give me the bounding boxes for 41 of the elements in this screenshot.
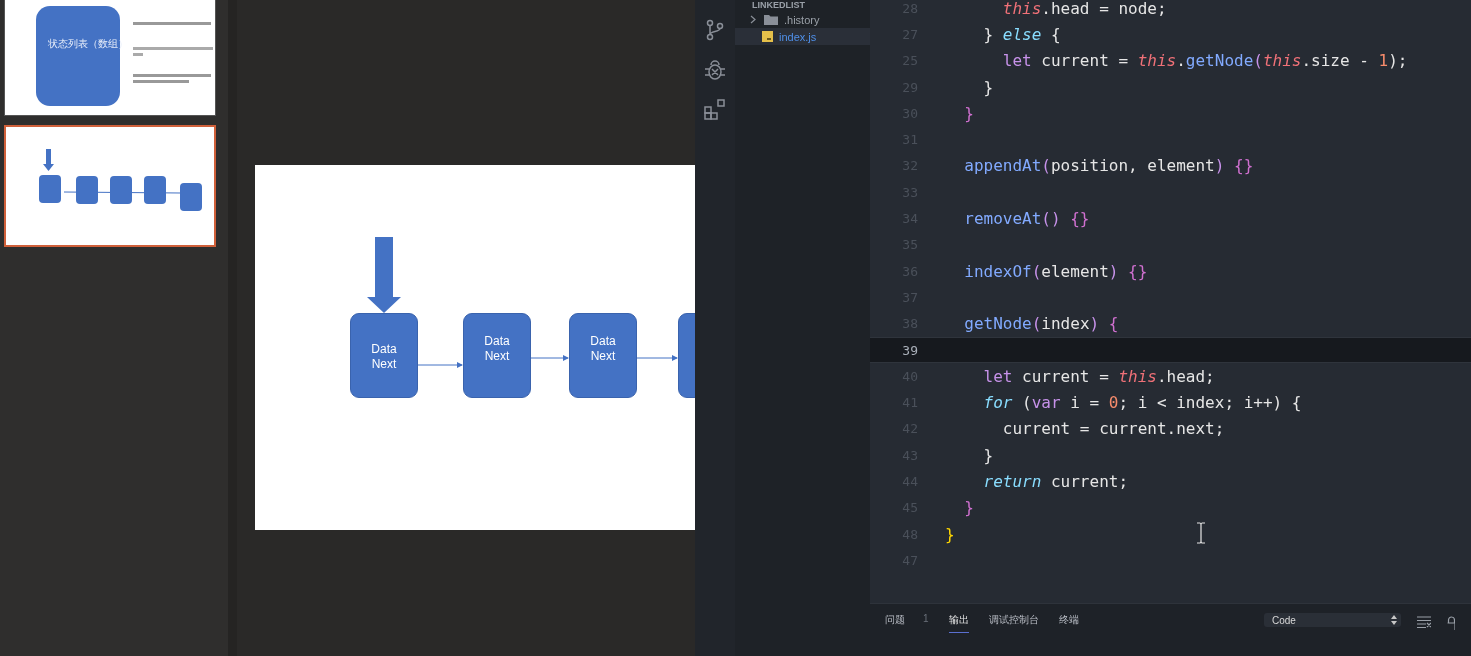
folder-title[interactable]: LINKEDLIST — [752, 0, 870, 11]
code-line: let current = this.getNode(this.size - 1); — [1001, 51, 1408, 71]
line-number: 39 — [901, 342, 918, 358]
extensions-icon[interactable] — [704, 99, 726, 121]
code-line: } — [963, 103, 974, 123]
list-node: Data Next — [569, 313, 637, 398]
code-line: } — [963, 498, 974, 518]
code-line: appendAt(position, element) {} — [963, 156, 1254, 176]
file-tree-item[interactable]: index.js — [735, 28, 870, 45]
list-node: Data Next — [350, 313, 418, 398]
folder-icon — [764, 14, 778, 25]
lock-icon[interactable] — [1447, 616, 1455, 630]
code-line: removeAt() {} — [963, 209, 1090, 228]
slide-title: 状态列表（数组） — [48, 37, 128, 51]
code-line: current = current.next; — [1001, 419, 1225, 439]
code-line: for (var i = 0; i < index; i++) { — [982, 393, 1302, 413]
code-line: indexOf(element) {} — [963, 261, 1148, 281]
panel-tab[interactable]: 问题 1 — [885, 612, 929, 633]
code-line: return current; — [982, 472, 1129, 491]
panel-tab[interactable]: 终端 — [1058, 612, 1079, 633]
panel-tab[interactable]: 输出 — [948, 612, 969, 633]
code-line: } — [982, 445, 994, 465]
down-arrow-icon — [367, 237, 403, 314]
list-node: Data Next — [463, 313, 531, 398]
branch-icon[interactable] — [705, 19, 725, 41]
clear-list-icon[interactable] — [1417, 616, 1431, 628]
bug-icon[interactable] — [704, 59, 726, 81]
panel-tab[interactable]: 调试控制台 — [988, 612, 1039, 633]
chevron-icon — [750, 15, 756, 24]
text-cursor-icon — [1196, 522, 1206, 544]
output-channel-select[interactable]: Code — [1264, 613, 1401, 627]
updown-icon — [1391, 615, 1397, 625]
file-tree-item[interactable]: .history — [735, 11, 870, 28]
code-line: let current = this.head; — [982, 366, 1215, 386]
code-line: } else { — [982, 24, 1061, 44]
code-line: } — [945, 524, 955, 544]
code-line: getNode(index) { — [963, 314, 1119, 334]
code-line: this.head = node; — [1001, 0, 1167, 18]
slide-thumbnail[interactable]: 状态列表（数组） — [4, 0, 216, 116]
code-line: } — [982, 77, 994, 97]
js-file-icon — [762, 31, 773, 42]
